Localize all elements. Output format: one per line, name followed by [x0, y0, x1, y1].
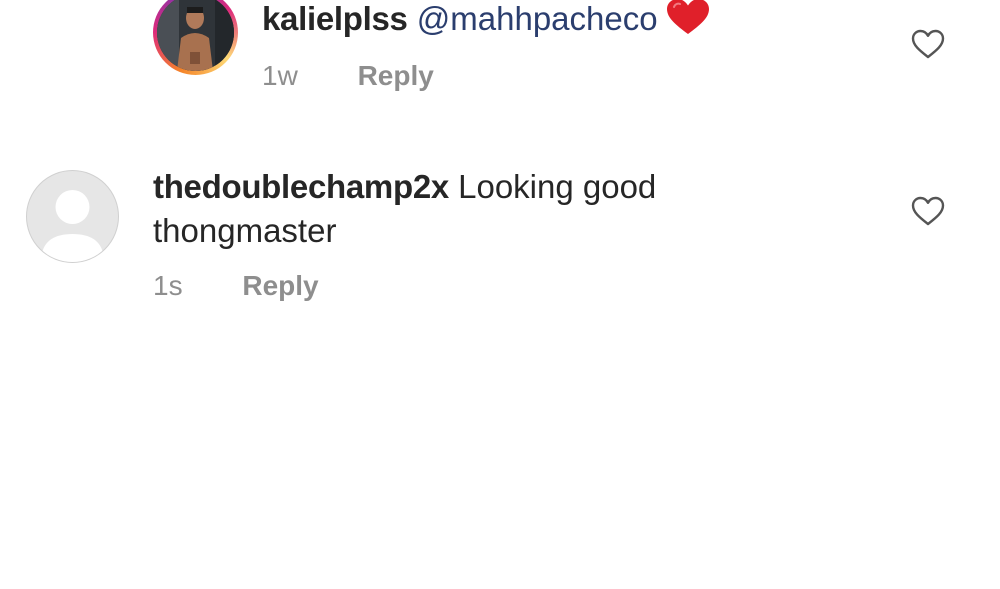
like-button[interactable]: [911, 196, 945, 226]
heart-emoji-icon: [666, 0, 710, 47]
avatar[interactable]: [153, 0, 238, 75]
comment-meta: 1w Reply: [262, 58, 434, 94]
avatar-photo: [157, 0, 234, 71]
default-avatar-icon: [41, 190, 104, 262]
comment-text: thedoublechamp2x Looking good thongmaste…: [153, 165, 853, 253]
reply-button[interactable]: Reply: [358, 58, 434, 94]
comment-text: kalielplss @mahhpacheco: [262, 0, 710, 47]
like-heart-icon: [911, 29, 945, 59]
comment-thedoublechamp2x: thedoublechamp2x Looking good thongmaste…: [0, 160, 1000, 320]
avatar-photo-graphic: [157, 0, 234, 71]
comment-timestamp: 1w: [262, 60, 298, 91]
like-heart-icon: [911, 196, 945, 226]
comment-line-1: thedoublechamp2x Looking good: [153, 165, 853, 209]
comment-body-line-2: thongmaster: [153, 212, 337, 249]
like-button[interactable]: [911, 29, 945, 59]
comment-username[interactable]: thedoublechamp2x: [153, 168, 449, 205]
comment-timestamp: 1s: [153, 270, 183, 301]
comment-reply-kalielplss: kalielplss @mahhpacheco 1w Reply: [0, 0, 1000, 110]
comment-username[interactable]: kalielplss: [262, 0, 408, 37]
comment-meta: 1s Reply: [153, 268, 319, 304]
avatar[interactable]: [26, 170, 119, 263]
comment-mention[interactable]: @mahhpacheco: [417, 0, 658, 37]
comment-body-line-1: Looking good: [458, 168, 657, 205]
reply-button[interactable]: Reply: [242, 268, 318, 304]
